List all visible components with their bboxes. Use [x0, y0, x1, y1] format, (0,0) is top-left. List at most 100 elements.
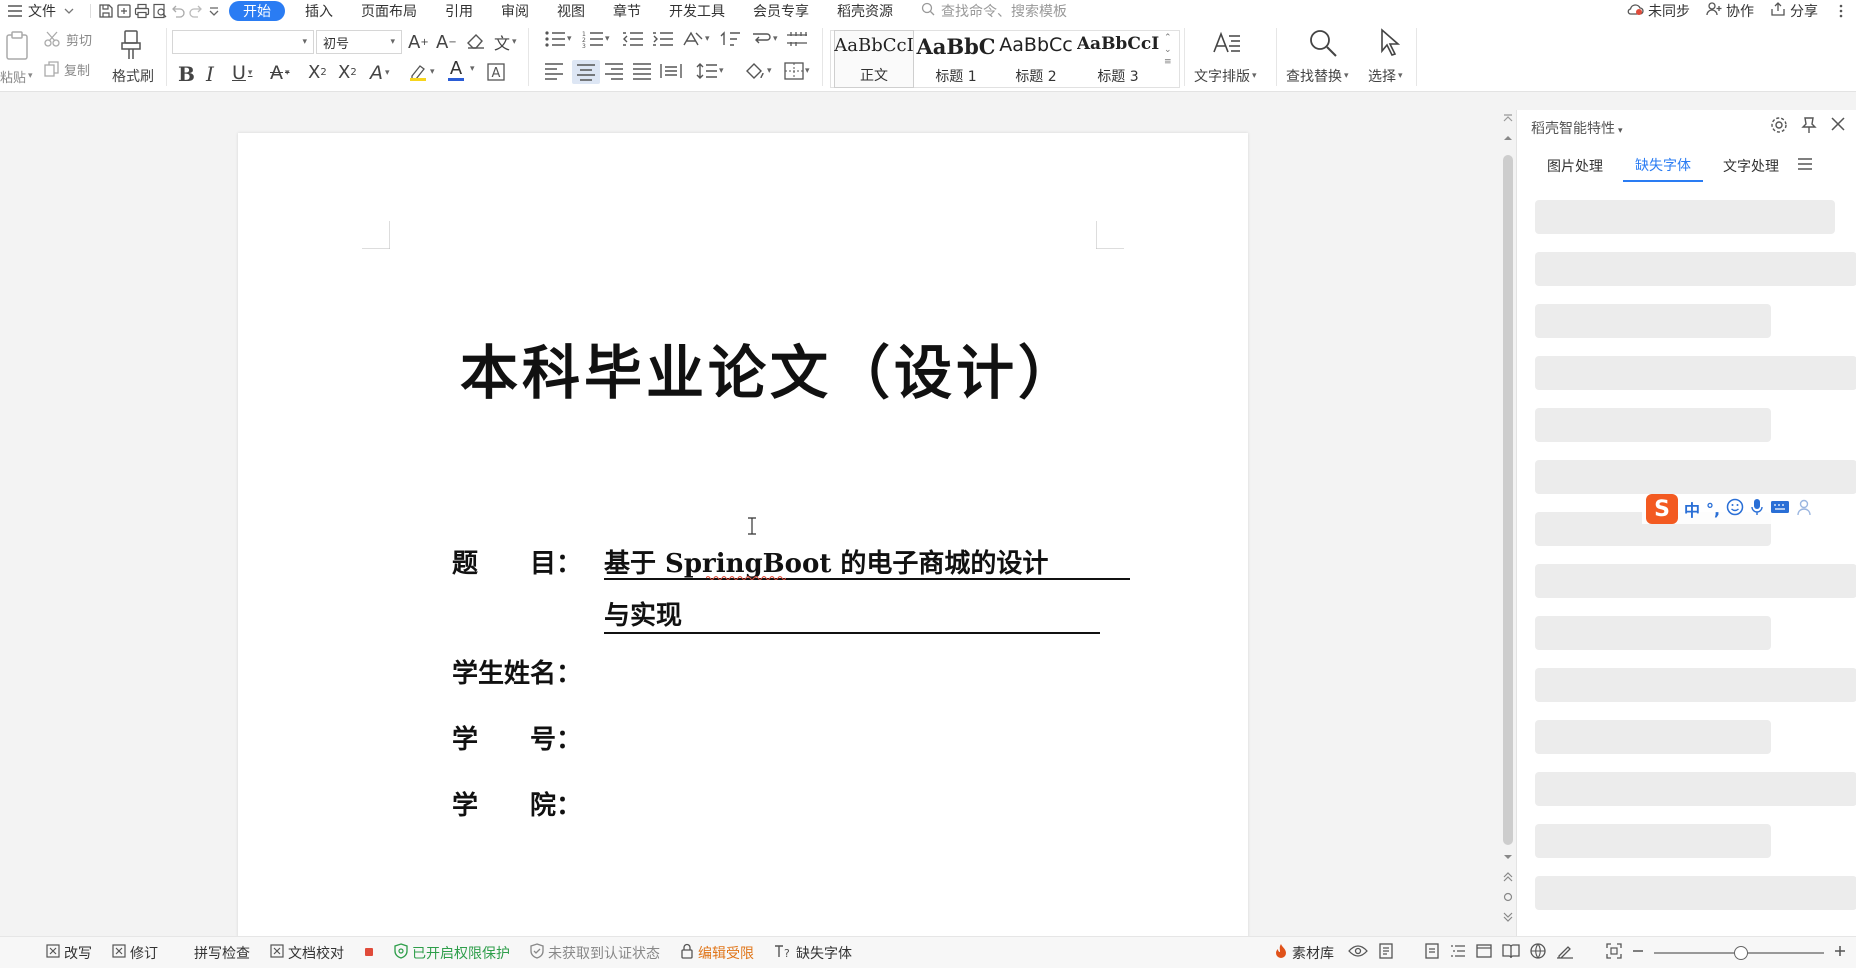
tab-docer-resources[interactable]: 稻壳资源: [823, 0, 907, 22]
rewrite-toggle[interactable]: 改写: [36, 943, 102, 963]
magnifier-icon[interactable]: [1308, 28, 1338, 58]
print-icon[interactable]: [133, 2, 151, 20]
style-heading-2[interactable]: AaBbCc 标题 2: [996, 30, 1076, 88]
tab-insert[interactable]: 插入: [291, 0, 347, 22]
ime-logo[interactable]: S: [1646, 494, 1678, 524]
style-heading-1[interactable]: AaBbC 标题 1: [916, 30, 996, 88]
export-pdf-icon[interactable]: [115, 2, 133, 20]
spellcheck-button[interactable]: 拼写检查: [184, 943, 260, 963]
align-right-icon[interactable]: [604, 62, 624, 80]
increase-indent-icon[interactable]: [652, 30, 674, 48]
browse-object-icon[interactable]: [1503, 892, 1513, 902]
undo-icon[interactable]: [169, 2, 187, 20]
collaborate-button[interactable]: 协作: [1704, 0, 1756, 22]
decrease-indent-icon[interactable]: [622, 30, 644, 48]
tab-home[interactable]: 开始: [229, 1, 285, 21]
tab-chapter[interactable]: 章节: [599, 0, 655, 22]
distribute-icon[interactable]: [660, 62, 682, 80]
reading-mode-icon[interactable]: [1502, 943, 1520, 963]
outline-view-icon[interactable]: [1450, 943, 1466, 963]
borders-icon[interactable]: ▾: [784, 62, 810, 80]
paste-button[interactable]: 粘贴 ▾: [0, 66, 33, 86]
scroll-up-icon[interactable]: [1503, 134, 1513, 142]
font-color-dropdown-icon[interactable]: ▾: [470, 64, 475, 74]
copy-button[interactable]: 复制: [44, 58, 90, 80]
tab-member[interactable]: 会员专享: [739, 0, 823, 22]
document-area[interactable]: 本科毕业论文（设计） 题 目： 基于 SpringBoot 的电子商城的设计 与…: [0, 93, 1490, 943]
pin-icon[interactable]: [1800, 116, 1818, 138]
find-replace-button[interactable]: 查找替换 ▾: [1286, 66, 1349, 86]
scroll-down-icon[interactable]: [1503, 853, 1513, 861]
clear-format-icon[interactable]: [466, 32, 486, 50]
print-preview-icon[interactable]: [151, 2, 169, 20]
share-button[interactable]: 分享: [1768, 0, 1820, 22]
record-macro-button[interactable]: [354, 945, 384, 961]
tab-developer[interactable]: 开发工具: [655, 0, 739, 22]
revise-toggle[interactable]: 修订: [102, 943, 168, 963]
text-layout-button[interactable]: 文字排版 ▾: [1194, 66, 1257, 86]
file-menu[interactable]: 文件: [0, 0, 84, 22]
more-vertical-icon[interactable]: [1832, 2, 1850, 20]
ime-toolbar[interactable]: S 中 °,: [1642, 494, 1819, 524]
material-library-button[interactable]: 素材库: [1270, 943, 1338, 963]
scrollbar-thumb[interactable]: [1503, 155, 1513, 845]
font-name-select[interactable]: ▾: [172, 30, 314, 54]
shading-icon[interactable]: ▾: [744, 62, 772, 80]
justify-icon[interactable]: [632, 62, 652, 80]
scroll-top-icon[interactable]: [1503, 114, 1513, 122]
missing-font-button[interactable]: ? 缺失字体: [764, 943, 862, 963]
tab-view[interactable]: 视图: [543, 0, 599, 22]
globe-icon[interactable]: [1530, 943, 1546, 963]
bold-icon[interactable]: B: [178, 62, 195, 86]
vertical-scrollbar[interactable]: [1500, 110, 1516, 935]
ime-mode-toggle[interactable]: 中: [1684, 497, 1700, 521]
list-menu-icon[interactable]: [1797, 158, 1813, 174]
font-color-icon[interactable]: A: [448, 60, 464, 81]
cursor-select-icon[interactable]: [1378, 28, 1402, 58]
bullet-list-icon[interactable]: ▾: [544, 30, 572, 48]
web-layout-icon[interactable]: [1476, 943, 1492, 963]
tab-review[interactable]: 审阅: [487, 0, 543, 22]
tab-references[interactable]: 引用: [431, 0, 487, 22]
tab-missing-fonts[interactable]: 缺失字体: [1623, 150, 1703, 182]
shrink-font-icon[interactable]: A −: [436, 32, 457, 53]
text-layout-icon[interactable]: [1212, 30, 1242, 58]
proofread-toggle[interactable]: 文档校对: [260, 943, 354, 963]
underline-icon[interactable]: U ▾: [232, 62, 252, 84]
cut-button[interactable]: 剪切: [44, 28, 92, 50]
prev-page-icon[interactable]: [1503, 872, 1513, 882]
superscript-icon[interactable]: X2: [308, 62, 327, 83]
panel-title[interactable]: 稻壳智能特性 ▾: [1531, 118, 1623, 138]
sync-status-button[interactable]: 未同步: [1624, 0, 1692, 22]
certification-status[interactable]: 未获取到认证状态: [520, 942, 670, 963]
command-search[interactable]: 查找命令、搜索模板: [921, 1, 1067, 21]
pen-write-icon[interactable]: [1556, 943, 1574, 963]
zoom-out-icon[interactable]: [1632, 945, 1644, 961]
redo-icon[interactable]: [187, 2, 205, 20]
show-marks-icon[interactable]: ▾: [750, 30, 778, 48]
tab-image-processing[interactable]: 图片处理: [1535, 150, 1615, 182]
align-center-icon[interactable]: [572, 60, 600, 84]
italic-icon[interactable]: I: [206, 62, 214, 86]
tab-page-layout[interactable]: 页面布局: [347, 0, 431, 22]
font-size-select[interactable]: 初号 ▾: [316, 30, 402, 54]
emoji-icon[interactable]: [1726, 498, 1744, 520]
format-painter-button[interactable]: 格式刷: [108, 66, 158, 86]
strikethrough-icon[interactable]: A ▾: [270, 62, 290, 84]
next-page-icon[interactable]: [1503, 912, 1513, 922]
page-view-icon[interactable]: [1424, 943, 1440, 963]
close-icon[interactable]: [1830, 116, 1846, 138]
sort-icon[interactable]: [720, 30, 742, 48]
doc-outline-icon[interactable]: [1378, 943, 1394, 963]
paste-icon[interactable]: [2, 28, 32, 64]
zoom-in-icon[interactable]: [1834, 945, 1846, 961]
text-effect-icon[interactable]: A ▾: [370, 62, 390, 84]
select-button[interactable]: 选择 ▾: [1368, 66, 1403, 86]
eye-protect-icon[interactable]: [1348, 944, 1368, 962]
quick-access-more-icon[interactable]: [205, 2, 223, 20]
microphone-icon[interactable]: [1750, 498, 1764, 520]
zoom-slider[interactable]: [1654, 946, 1824, 960]
skin-icon[interactable]: [1796, 498, 1814, 520]
subscript-icon[interactable]: X2: [338, 62, 357, 83]
gear-icon[interactable]: [1770, 116, 1788, 138]
